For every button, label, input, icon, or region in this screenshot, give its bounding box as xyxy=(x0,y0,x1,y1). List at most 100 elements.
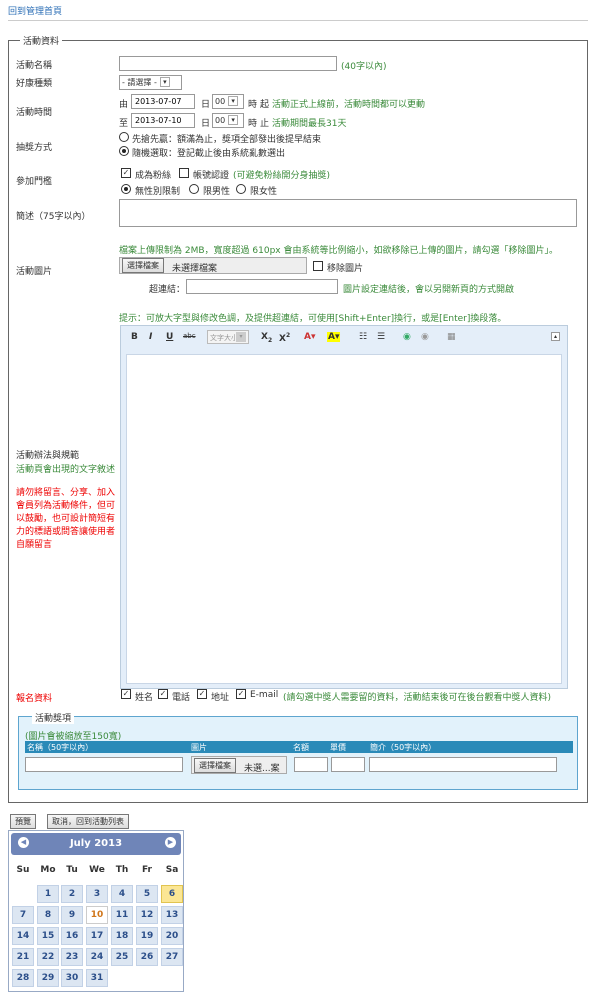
calendar-day[interactable]: 6 xyxy=(161,885,183,903)
italic-button[interactable]: I xyxy=(149,332,152,342)
unordered-list-icon[interactable]: ☰ xyxy=(377,332,385,342)
activity-name-input[interactable] xyxy=(119,56,337,71)
preview-button[interactable]: 預覽 xyxy=(10,814,36,829)
calendar-day[interactable]: 27 xyxy=(161,948,183,966)
calendar-day[interactable]: 19 xyxy=(136,927,158,945)
back-to-admin-link[interactable]: 回到管理首頁 xyxy=(8,4,62,17)
calendar-day[interactable]: 28 xyxy=(12,969,34,987)
calendar-day[interactable]: 11 xyxy=(111,906,133,924)
prize-col-image: 圖片 xyxy=(191,743,207,752)
gender-any-radio[interactable] xyxy=(121,184,131,194)
bold-button[interactable]: B xyxy=(131,332,138,342)
prize-quota-input[interactable] xyxy=(294,757,328,772)
signup-label: 報名資料 xyxy=(16,694,53,704)
prize-price-input[interactable] xyxy=(331,757,365,772)
source-icon[interactable]: ▦ xyxy=(447,332,456,342)
calendar-day[interactable]: 8 xyxy=(37,906,59,924)
calendar-day[interactable]: 13 xyxy=(161,906,183,924)
calendar-day[interactable]: 18 xyxy=(111,927,133,945)
no-file-text: 未選擇檔案 xyxy=(172,264,218,274)
draw-option-label: 隨機選取：登記截止後由系統亂數選出 xyxy=(132,149,286,159)
end-date-input[interactable] xyxy=(131,113,195,128)
image-link-input[interactable] xyxy=(186,279,338,294)
calendar-weekday: Th xyxy=(115,865,129,875)
summary-textarea[interactable] xyxy=(119,199,577,227)
prize-choose-file-button[interactable]: 選擇檔案 xyxy=(194,758,236,773)
calendar-day[interactable]: 15 xyxy=(37,927,59,945)
choose-file-button[interactable]: 選擇檔案 xyxy=(122,258,164,273)
calendar-day[interactable]: 30 xyxy=(61,969,83,987)
draw-option-first-come[interactable] xyxy=(119,132,129,142)
editor-content-area[interactable] xyxy=(126,354,562,684)
prize-name-input[interactable] xyxy=(25,757,183,772)
calendar-day[interactable]: 24 xyxy=(86,948,108,966)
calendar-day[interactable]: 29 xyxy=(37,969,59,987)
calendar-day[interactable]: 23 xyxy=(61,948,83,966)
calendar-day[interactable]: 5 xyxy=(136,885,158,903)
calendar-day[interactable]: 10 xyxy=(86,906,108,924)
chevron-down-icon: ▾ xyxy=(228,96,239,106)
kind-select[interactable]: - 請選擇 - ▾ xyxy=(119,75,182,90)
signup-phone-checkbox[interactable]: ✓ xyxy=(158,689,168,699)
draw-label: 抽獎方式 xyxy=(16,143,53,153)
prize-col-name: 名稱（50字以內） xyxy=(27,743,94,752)
chevron-down-icon: ▾ xyxy=(236,332,246,342)
gender-male-radio[interactable] xyxy=(189,184,199,194)
signup-address-checkbox[interactable]: ✓ xyxy=(197,689,207,699)
draw-option-random[interactable] xyxy=(119,146,129,156)
calendar-day[interactable]: 2 xyxy=(61,885,83,903)
calendar-day[interactable]: 1 xyxy=(37,885,59,903)
unlink-icon[interactable]: ◉ xyxy=(421,332,429,342)
link-label: 超連結： xyxy=(149,285,186,295)
next-month-icon[interactable]: ▶ xyxy=(165,837,176,848)
prize-col-desc: 簡介（50字以內） xyxy=(370,743,437,752)
end-note-a: 止 xyxy=(260,119,270,129)
start-note-a: 起 xyxy=(260,100,270,110)
start-date-input[interactable] xyxy=(131,94,195,109)
bg-color-button[interactable]: A▾ xyxy=(327,332,341,342)
calendar-day[interactable]: 22 xyxy=(37,948,59,966)
verify-checkbox[interactable] xyxy=(179,168,189,178)
calendar-day[interactable]: 3 xyxy=(86,885,108,903)
strikethrough-button[interactable]: abc xyxy=(183,332,196,340)
font-size-select[interactable]: 文字大小 ▾ xyxy=(207,330,249,344)
calendar-day[interactable]: 16 xyxy=(61,927,83,945)
underline-button[interactable]: U xyxy=(166,332,173,342)
calendar-header: July 2013 xyxy=(11,833,181,855)
gender-female-radio[interactable] xyxy=(236,184,246,194)
calendar-day[interactable]: 12 xyxy=(136,906,158,924)
calendar-day[interactable]: 14 xyxy=(12,927,34,945)
calendar-day[interactable]: 25 xyxy=(111,948,133,966)
calendar-day[interactable]: 21 xyxy=(12,948,34,966)
prize-desc-input[interactable] xyxy=(369,757,557,772)
start-hour-select[interactable]: 00 ▾ xyxy=(212,94,244,109)
signup-name-checkbox[interactable]: ✓ xyxy=(121,689,131,699)
fan-checkbox[interactable]: ✓ xyxy=(121,168,131,178)
superscript-button[interactable]: X2 xyxy=(279,332,290,344)
ordered-list-icon[interactable]: ☷ xyxy=(359,332,367,342)
chevron-down-icon: ▾ xyxy=(159,77,170,87)
calendar-day[interactable]: 31 xyxy=(86,969,108,987)
subscript-button[interactable]: X2 xyxy=(261,332,272,344)
end-hour-select[interactable]: 00 ▾ xyxy=(212,113,244,128)
link-icon[interactable]: ◉ xyxy=(403,332,411,342)
calendar-day[interactable]: 9 xyxy=(61,906,83,924)
calendar-day[interactable]: 4 xyxy=(111,885,133,903)
calendar-day[interactable]: 7 xyxy=(12,906,34,924)
calendar-day[interactable]: 26 xyxy=(136,948,158,966)
calendar-weekday: Su xyxy=(16,865,30,875)
text-color-button[interactable]: A▾ xyxy=(304,332,315,342)
signup-email-checkbox[interactable]: ✓ xyxy=(236,689,246,699)
calendar-day[interactable]: 20 xyxy=(161,927,183,945)
cancel-button[interactable]: 取消，回到活動列表 xyxy=(47,814,129,829)
threshold-label: 參加門檻 xyxy=(16,177,53,187)
editor-tip: 提示：可放大字型與修改色調，及提供超連結，可使用[Shift+Enter]換行，… xyxy=(119,314,507,324)
calendar-day[interactable]: 17 xyxy=(86,927,108,945)
signup-field-label: 地址 xyxy=(211,693,230,703)
collapse-toolbar-icon[interactable]: ▴ xyxy=(551,332,560,341)
prev-month-icon[interactable]: ◀ xyxy=(18,837,29,848)
prize-no-file-text: 未選...案 xyxy=(244,764,280,774)
name-hint: (40字以內) xyxy=(341,62,387,72)
calendar-weekday: Tu xyxy=(66,865,78,875)
remove-image-checkbox[interactable] xyxy=(313,261,323,271)
